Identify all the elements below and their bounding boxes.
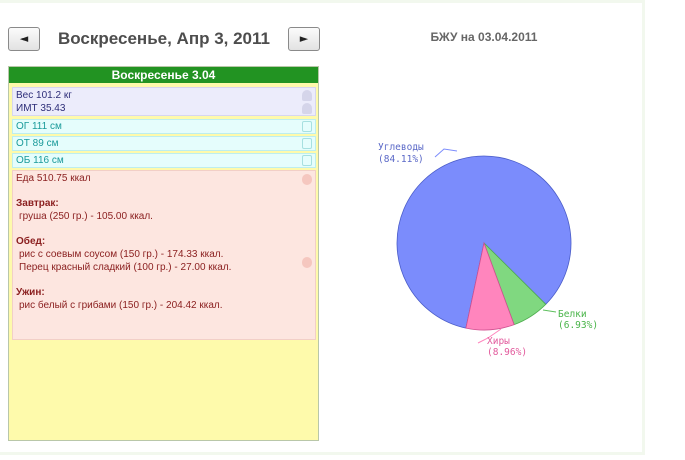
bmi-value: ИМТ 35.43	[16, 103, 66, 114]
fat-label-name: Хиры	[487, 336, 510, 347]
prev-day-button[interactable]: ◄	[8, 27, 40, 51]
protein-leader-line	[542, 309, 557, 313]
protein-label-name: Белки	[558, 309, 587, 320]
meal-item: Перец красный сладкий (100 гр.) - 27.00 …	[19, 262, 232, 273]
meal-item: рис с соевым соусом (150 гр.) - 174.33 к…	[19, 249, 224, 260]
person-icon	[302, 90, 312, 101]
chart-title: БЖУ на 03.04.2011	[430, 30, 538, 44]
food-row[interactable]: Еда 510.75 ккал Завтрак: груша (250 гр.)…	[12, 170, 316, 340]
shirt-icon	[302, 155, 312, 166]
fat-label-percent: (8.96%)	[487, 347, 527, 358]
food-total: Еда 510.75 ккал	[16, 173, 91, 184]
protein-label-percent: (6.93%)	[558, 320, 598, 331]
waist-value: ОТ 89 см	[16, 138, 59, 149]
carbs-label-percent: (84.11%)	[378, 154, 424, 165]
meal-title-dinner: Ужин:	[16, 287, 45, 298]
weight-value: Вес 101.2 кг	[16, 90, 72, 101]
meal-item: рис белый с грибами (150 гр.) - 204.42 к…	[19, 300, 223, 311]
hips-value: ОБ 116 см	[16, 155, 64, 166]
carbs-label-name: Углеводы	[378, 142, 424, 153]
day-panel: Воскресенье 3.04 Вес 101.2 кг ИМТ 35.43 …	[8, 66, 319, 441]
carbs-leader-line	[434, 148, 458, 158]
next-day-button[interactable]: ►	[288, 27, 320, 51]
person-icon	[302, 103, 312, 114]
chest-value: ОГ 111 см	[16, 121, 62, 132]
shirt-icon	[302, 121, 312, 132]
macros-pie-chart: Углеводы (84.11%) Белки (6.93%) Хиры (8.…	[378, 142, 598, 358]
meal-item: груша (250 гр.) - 105.00 ккал.	[19, 211, 153, 222]
hips-measurement-row[interactable]: ОБ 116 см	[12, 153, 316, 168]
waist-measurement-row[interactable]: ОТ 89 см	[12, 136, 316, 151]
hand-icon	[302, 257, 312, 268]
meal-title-breakfast: Завтрак:	[16, 198, 59, 209]
hand-icon	[302, 174, 312, 185]
meal-title-lunch: Обед:	[16, 236, 46, 247]
day-header: Воскресенье 3.04	[9, 67, 318, 83]
date-title: Воскресенье, Апр 3, 2011	[58, 29, 270, 48]
shirt-icon	[302, 138, 312, 149]
chest-measurement-row[interactable]: ОГ 111 см	[12, 119, 316, 134]
weight-row[interactable]: Вес 101.2 кг ИМТ 35.43	[12, 87, 316, 116]
